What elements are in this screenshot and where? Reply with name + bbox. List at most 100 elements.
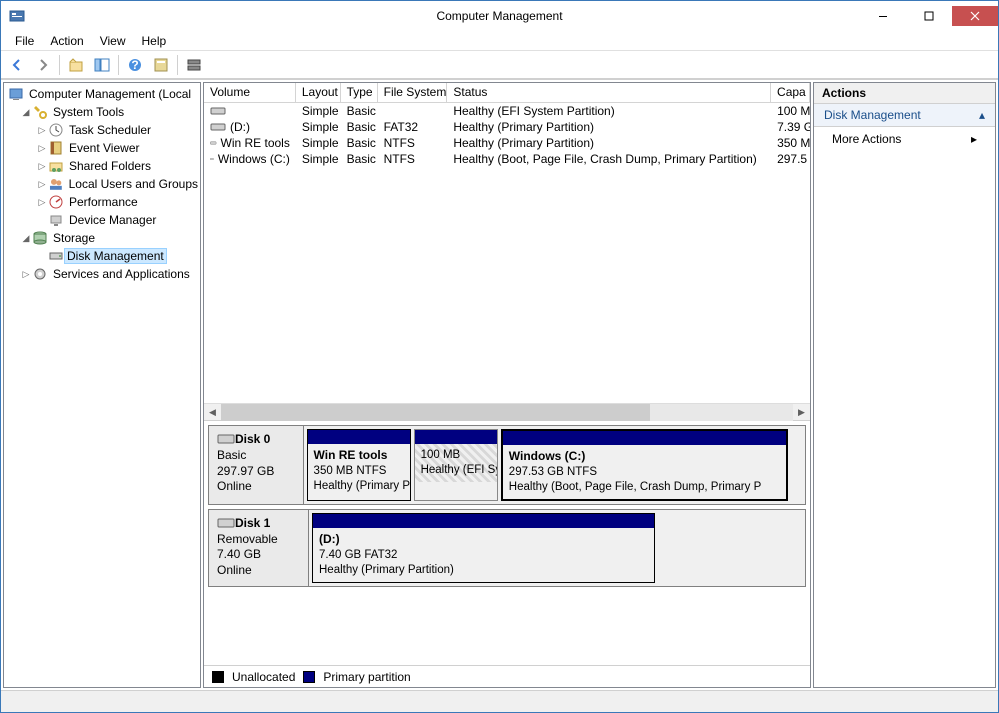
toolbar: ? bbox=[1, 51, 998, 79]
tree-event-viewer[interactable]: ▷ Event Viewer bbox=[4, 139, 200, 157]
disk-info[interactable]: Disk 0Basic297.97 GBOnline bbox=[209, 426, 304, 504]
scroll-right-button[interactable]: ▶ bbox=[793, 404, 810, 421]
partition[interactable]: Win RE tools350 MB NTFSHealthy (Primary … bbox=[307, 429, 411, 501]
up-button[interactable] bbox=[64, 53, 88, 77]
expand-icon[interactable]: ▷ bbox=[20, 269, 32, 280]
main-area: Computer Management (Local ◢ System Tool… bbox=[1, 79, 998, 690]
toolbar-separator bbox=[118, 55, 119, 75]
partition[interactable]: Windows (C:)297.53 GB NTFSHealthy (Boot,… bbox=[501, 429, 788, 501]
toolbar-separator bbox=[177, 55, 178, 75]
tree-storage[interactable]: ◢ Storage bbox=[4, 229, 200, 247]
col-capacity[interactable]: Capa bbox=[771, 83, 810, 102]
legend-unallocated: Unallocated bbox=[232, 670, 295, 684]
center-pane: Volume Layout Type File System Status Ca… bbox=[203, 82, 811, 688]
expand-icon[interactable]: ▷ bbox=[36, 197, 48, 208]
tree-services[interactable]: ▷ Services and Applications bbox=[4, 265, 200, 283]
tree-shared-folders[interactable]: ▷ Shared Folders bbox=[4, 157, 200, 175]
more-actions-label: More Actions bbox=[832, 132, 901, 146]
tools-icon bbox=[32, 104, 48, 120]
disk-icon bbox=[48, 248, 64, 264]
legend-swatch-primary bbox=[303, 671, 315, 683]
col-layout[interactable]: Layout bbox=[296, 83, 341, 102]
horizontal-scrollbar[interactable]: ◀ ▶ bbox=[204, 403, 810, 420]
menu-action[interactable]: Action bbox=[42, 32, 91, 50]
performance-icon bbox=[48, 194, 64, 210]
refresh-button[interactable] bbox=[182, 53, 206, 77]
gear-icon bbox=[32, 266, 48, 282]
app-icon bbox=[9, 8, 25, 24]
partitions: (D:)7.40 GB FAT32Healthy (Primary Partit… bbox=[309, 510, 805, 586]
folder-share-icon bbox=[48, 158, 64, 174]
menu-view[interactable]: View bbox=[92, 32, 134, 50]
computer-icon bbox=[8, 86, 24, 102]
more-actions[interactable]: More Actions ▸ bbox=[814, 127, 995, 151]
tree-performance[interactable]: ▷ Performance bbox=[4, 193, 200, 211]
toolbar-separator bbox=[59, 55, 60, 75]
maximize-button[interactable] bbox=[906, 6, 952, 26]
disk-graphical-view: Disk 0Basic297.97 GBOnlineWin RE tools35… bbox=[204, 420, 810, 665]
expand-icon[interactable]: ▷ bbox=[36, 143, 48, 154]
tree-system-tools[interactable]: ◢ System Tools bbox=[4, 103, 200, 121]
scroll-thumb[interactable] bbox=[221, 404, 650, 421]
menu-help[interactable]: Help bbox=[134, 32, 175, 50]
svg-text:?: ? bbox=[131, 58, 138, 72]
volume-list-header: Volume Layout Type File System Status Ca… bbox=[204, 83, 810, 103]
menu-file[interactable]: File bbox=[7, 32, 42, 50]
status-bar bbox=[1, 690, 998, 712]
title-bar: Computer Management bbox=[1, 1, 998, 31]
expand-icon[interactable]: ▷ bbox=[36, 179, 48, 190]
legend-primary: Primary partition bbox=[323, 670, 410, 684]
partition[interactable]: (D:)7.40 GB FAT32Healthy (Primary Partit… bbox=[312, 513, 655, 583]
tree-root[interactable]: Computer Management (Local bbox=[4, 85, 200, 103]
back-button[interactable] bbox=[5, 53, 29, 77]
tree-local-users[interactable]: ▷ Local Users and Groups bbox=[4, 175, 200, 193]
disk-info[interactable]: Disk 1Removable7.40 GBOnline bbox=[209, 510, 309, 586]
actions-section[interactable]: Disk Management ▴ bbox=[814, 104, 995, 127]
tree-device-manager[interactable]: ▷ Device Manager bbox=[4, 211, 200, 229]
legend-swatch-unallocated bbox=[212, 671, 224, 683]
actions-section-label: Disk Management bbox=[824, 108, 921, 122]
close-button[interactable] bbox=[952, 6, 998, 26]
actions-pane: Actions Disk Management ▴ More Actions ▸ bbox=[813, 82, 996, 688]
col-status[interactable]: Status bbox=[447, 83, 771, 102]
window-controls bbox=[860, 6, 998, 26]
col-volume[interactable]: Volume bbox=[204, 83, 296, 102]
storage-icon bbox=[32, 230, 48, 246]
collapse-icon[interactable]: ◢ bbox=[20, 233, 32, 244]
nav-tree[interactable]: Computer Management (Local ◢ System Tool… bbox=[3, 82, 201, 688]
expand-icon[interactable]: ▷ bbox=[36, 161, 48, 172]
col-filesystem[interactable]: File System bbox=[378, 83, 448, 102]
clock-icon bbox=[48, 122, 64, 138]
expand-icon[interactable]: ▷ bbox=[36, 125, 48, 136]
collapse-icon: ▴ bbox=[979, 108, 985, 122]
disk-block: Disk 1Removable7.40 GBOnline (D:)7.40 GB… bbox=[208, 509, 806, 587]
col-type[interactable]: Type bbox=[341, 83, 378, 102]
volume-list-empty bbox=[204, 167, 810, 403]
show-hide-tree-button[interactable] bbox=[90, 53, 114, 77]
scroll-track[interactable] bbox=[221, 404, 793, 421]
chevron-right-icon: ▸ bbox=[971, 132, 977, 146]
disk-block: Disk 0Basic297.97 GBOnlineWin RE tools35… bbox=[208, 425, 806, 505]
tree-task-scheduler[interactable]: ▷ Task Scheduler bbox=[4, 121, 200, 139]
window-title: Computer Management bbox=[436, 9, 562, 23]
users-icon bbox=[48, 176, 64, 192]
legend: Unallocated Primary partition bbox=[204, 665, 810, 687]
minimize-button[interactable] bbox=[860, 6, 906, 26]
volume-row[interactable]: Win RE toolsSimpleBasicNTFSHealthy (Prim… bbox=[204, 135, 810, 151]
forward-button[interactable] bbox=[31, 53, 55, 77]
partitions: Win RE tools350 MB NTFSHealthy (Primary … bbox=[304, 426, 805, 504]
volume-row[interactable]: Windows (C:)SimpleBasicNTFSHealthy (Boot… bbox=[204, 151, 810, 167]
volume-row[interactable]: SimpleBasicHealthy (EFI System Partition… bbox=[204, 103, 810, 119]
book-icon bbox=[48, 140, 64, 156]
scroll-left-button[interactable]: ◀ bbox=[204, 404, 221, 421]
volume-row[interactable]: (D:)SimpleBasicFAT32Healthy (Primary Par… bbox=[204, 119, 810, 135]
help-button[interactable]: ? bbox=[123, 53, 147, 77]
device-icon bbox=[48, 212, 64, 228]
volume-list[interactable]: SimpleBasicHealthy (EFI System Partition… bbox=[204, 103, 810, 167]
partition[interactable]: 100 MBHealthy (EFI Sys bbox=[414, 429, 498, 501]
properties-button[interactable] bbox=[149, 53, 173, 77]
menu-bar: File Action View Help bbox=[1, 31, 998, 51]
actions-header: Actions bbox=[814, 83, 995, 104]
collapse-icon[interactable]: ◢ bbox=[20, 107, 32, 118]
tree-disk-management[interactable]: ▷ Disk Management bbox=[4, 247, 200, 265]
